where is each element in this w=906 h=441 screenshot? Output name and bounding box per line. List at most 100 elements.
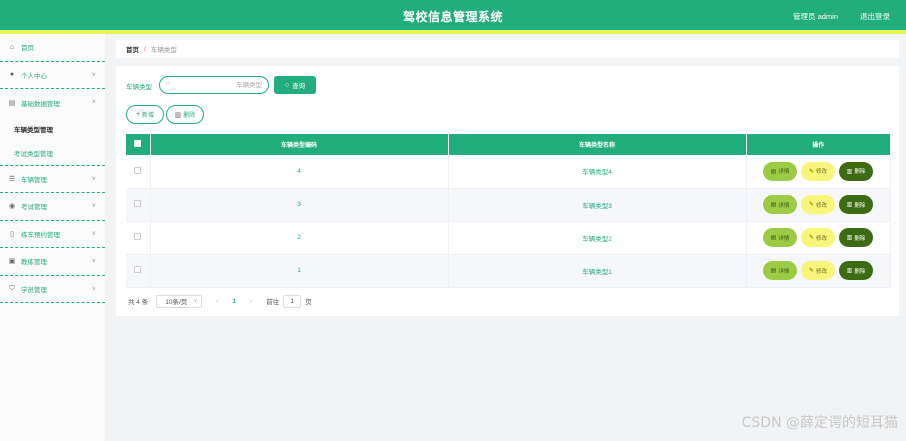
trash-icon: ▥ <box>846 168 853 175</box>
sidebar-item-basic-data[interactable]: ▤ 基础数据管理 ∧ <box>0 89 105 117</box>
document-icon: ▤ <box>770 202 777 208</box>
home-icon: ⌂ <box>9 43 15 51</box>
search-input[interactable] <box>176 79 262 91</box>
edit-button[interactable]: ✎ 修改 <box>801 261 835 280</box>
edit-button[interactable]: ✎ 修改 <box>801 228 835 247</box>
detail-button[interactable]: ▤ 详情 <box>763 261 797 280</box>
document-icon: ▤ <box>770 268 777 274</box>
top-header: 驾校信息管理系统 管理员 admin 退出登录 <box>0 0 906 30</box>
sidebar-item-label: 基础数据管理 <box>21 100 60 108</box>
select-all-checkbox[interactable] <box>134 140 142 147</box>
search-icon: ○ <box>166 80 171 87</box>
sliders-icon: ☰ <box>8 175 16 183</box>
sidebar-item-practice-booking[interactable]: ▯ 练车预约管理 ∨ <box>0 221 105 248</box>
edit-button[interactable]: ✎ 修改 <box>801 161 835 181</box>
table-row: 4 车辆类型4 ▤ 详情 ✎ 修改 ▥ 删除 <box>126 155 891 189</box>
add-button[interactable]: + 新增 <box>126 105 164 124</box>
detail-button[interactable]: ▤ 详情 <box>763 195 797 214</box>
prev-page-button[interactable]: ‹ <box>216 298 218 305</box>
pencil-icon: ✎ <box>808 168 814 175</box>
watermark: CSDN @薛定谔的短耳猫 <box>741 415 898 431</box>
sidebar-item-home[interactable]: ⌂ 首页 <box>0 34 105 62</box>
trash-icon: ▥ <box>174 111 182 119</box>
breadcrumb-current: 车辆类型 <box>150 47 177 54</box>
page-size-value: 10条/页 <box>165 299 188 306</box>
sidebar-subitem-vehicle-type[interactable]: 车辆类型管理 <box>0 117 105 141</box>
pin-icon: ◉ <box>8 203 16 211</box>
edit-button-label: 修改 <box>816 202 828 209</box>
edit-button-label: 修改 <box>816 268 828 275</box>
edit-button[interactable]: ✎ 修改 <box>801 195 835 214</box>
delete-button-label: 删除 <box>854 235 866 242</box>
sidebar-subitem-exam-type[interactable]: 考试类型管理 <box>0 141 105 165</box>
select-all-cell <box>126 134 151 155</box>
sidebar-item-exams[interactable]: ◉ 考试管理 ∨ <box>0 193 105 221</box>
search-box: ○ <box>159 76 269 94</box>
sidebar-item-label: 车辆管理 <box>21 176 47 184</box>
document-icon: ▤ <box>770 235 777 241</box>
logout-link[interactable]: 退出登录 <box>860 11 890 22</box>
goto-page-input[interactable] <box>283 294 302 308</box>
sidebar-item-profile[interactable]: ● 个人中心 ∨ <box>0 62 105 89</box>
detail-button-label: 详情 <box>778 202 790 209</box>
admin-username: 管理员 admin <box>792 12 838 21</box>
edit-button-label: 修改 <box>816 169 828 176</box>
query-button-label: 查询 <box>292 83 306 90</box>
row-checkbox[interactable] <box>134 166 142 174</box>
trash-icon: ▥ <box>846 268 853 274</box>
bulk-delete-button-label: 删除 <box>183 113 196 119</box>
phone-icon: ▯ <box>10 230 14 238</box>
trash-icon: ▥ <box>846 202 853 208</box>
query-button[interactable]: ○ 查询 <box>274 76 316 94</box>
cell-name: 车辆类型2 <box>448 221 747 255</box>
detail-button[interactable]: ▤ 详情 <box>763 161 797 181</box>
delete-button[interactable]: ▥ 删除 <box>839 161 873 181</box>
main-panel: 车辆类型 ○ ○ 查询 + 新增 ▥ 删除 车辆类型编码 车辆类型名称 操作 <box>116 66 899 316</box>
document-icon: ▤ <box>770 168 777 175</box>
sidebar-item-label: 学员管理 <box>21 286 47 294</box>
sidebar: ⌂ 首页 ● 个人中心 ∨ ▤ 基础数据管理 ∧ 车辆类型管理 考试类型管理 ☰… <box>0 34 105 441</box>
vehicle-type-table: 车辆类型编码 车辆类型名称 操作 4 车辆类型4 ▤ 详情 ✎ 修改 ▥ 删除 3 车… <box>126 134 891 288</box>
chevron-down-icon: ∨ <box>91 203 96 209</box>
chevron-down-icon: ∨ <box>91 175 96 182</box>
cell-code: 1 <box>150 254 449 288</box>
cell-name: 车辆类型3 <box>448 188 747 222</box>
page-size-select[interactable]: 10条/页 ∨ <box>156 294 203 308</box>
sidebar-item-vehicles[interactable]: ☰ 车辆管理 ∨ <box>0 166 105 193</box>
chevron-up-icon: ∧ <box>91 99 96 105</box>
sidebar-item-label: 教练管理 <box>21 259 47 267</box>
breadcrumb: 首页 / 车辆类型 <box>116 40 899 58</box>
cell-name: 车辆类型1 <box>448 254 747 288</box>
search-label: 车辆类型 <box>126 84 152 91</box>
goto-suffix: 页 <box>305 299 312 306</box>
page-number-1[interactable]: 1 <box>232 298 236 305</box>
breadcrumb-home[interactable]: 首页 <box>126 44 139 54</box>
pencil-icon: ✎ <box>808 268 814 274</box>
pencil-icon: ✎ <box>808 235 814 241</box>
chevron-down-icon: ∨ <box>91 230 96 237</box>
next-page-button[interactable]: › <box>250 298 252 305</box>
sidebar-item-students[interactable]: ⛉ 学员管理 ∨ <box>0 276 105 303</box>
row-checkbox[interactable] <box>134 266 142 273</box>
pagination-total: 共 4 条 <box>128 299 149 306</box>
detail-button[interactable]: ▤ 详情 <box>763 228 797 247</box>
chevron-down-icon: ∨ <box>91 71 96 78</box>
column-header-code: 车辆类型编码 <box>150 134 449 155</box>
chevron-down-icon: ∨ <box>91 258 96 264</box>
board-icon: ▣ <box>8 258 16 266</box>
delete-button-label: 删除 <box>854 268 866 275</box>
sidebar-item-label: 考试管理 <box>21 204 47 212</box>
bulk-delete-button[interactable]: ▥ 删除 <box>166 105 204 124</box>
delete-button[interactable]: ▥ 删除 <box>839 195 873 214</box>
cell-name: 车辆类型4 <box>448 155 747 189</box>
row-checkbox[interactable] <box>134 233 142 240</box>
chevron-down-icon: ∨ <box>91 285 96 292</box>
sidebar-item-coaches[interactable]: ▣ 教练管理 ∨ <box>0 248 105 276</box>
table-header-row: 车辆类型编码 车辆类型名称 操作 <box>126 134 890 155</box>
sidebar-item-label: 首页 <box>21 45 34 53</box>
delete-button[interactable]: ▥ 删除 <box>839 228 873 247</box>
row-checkbox[interactable] <box>134 200 142 207</box>
delete-button[interactable]: ▥ 删除 <box>839 261 873 280</box>
shield-icon: ⛉ <box>9 284 15 292</box>
trash-icon: ▥ <box>846 235 853 241</box>
